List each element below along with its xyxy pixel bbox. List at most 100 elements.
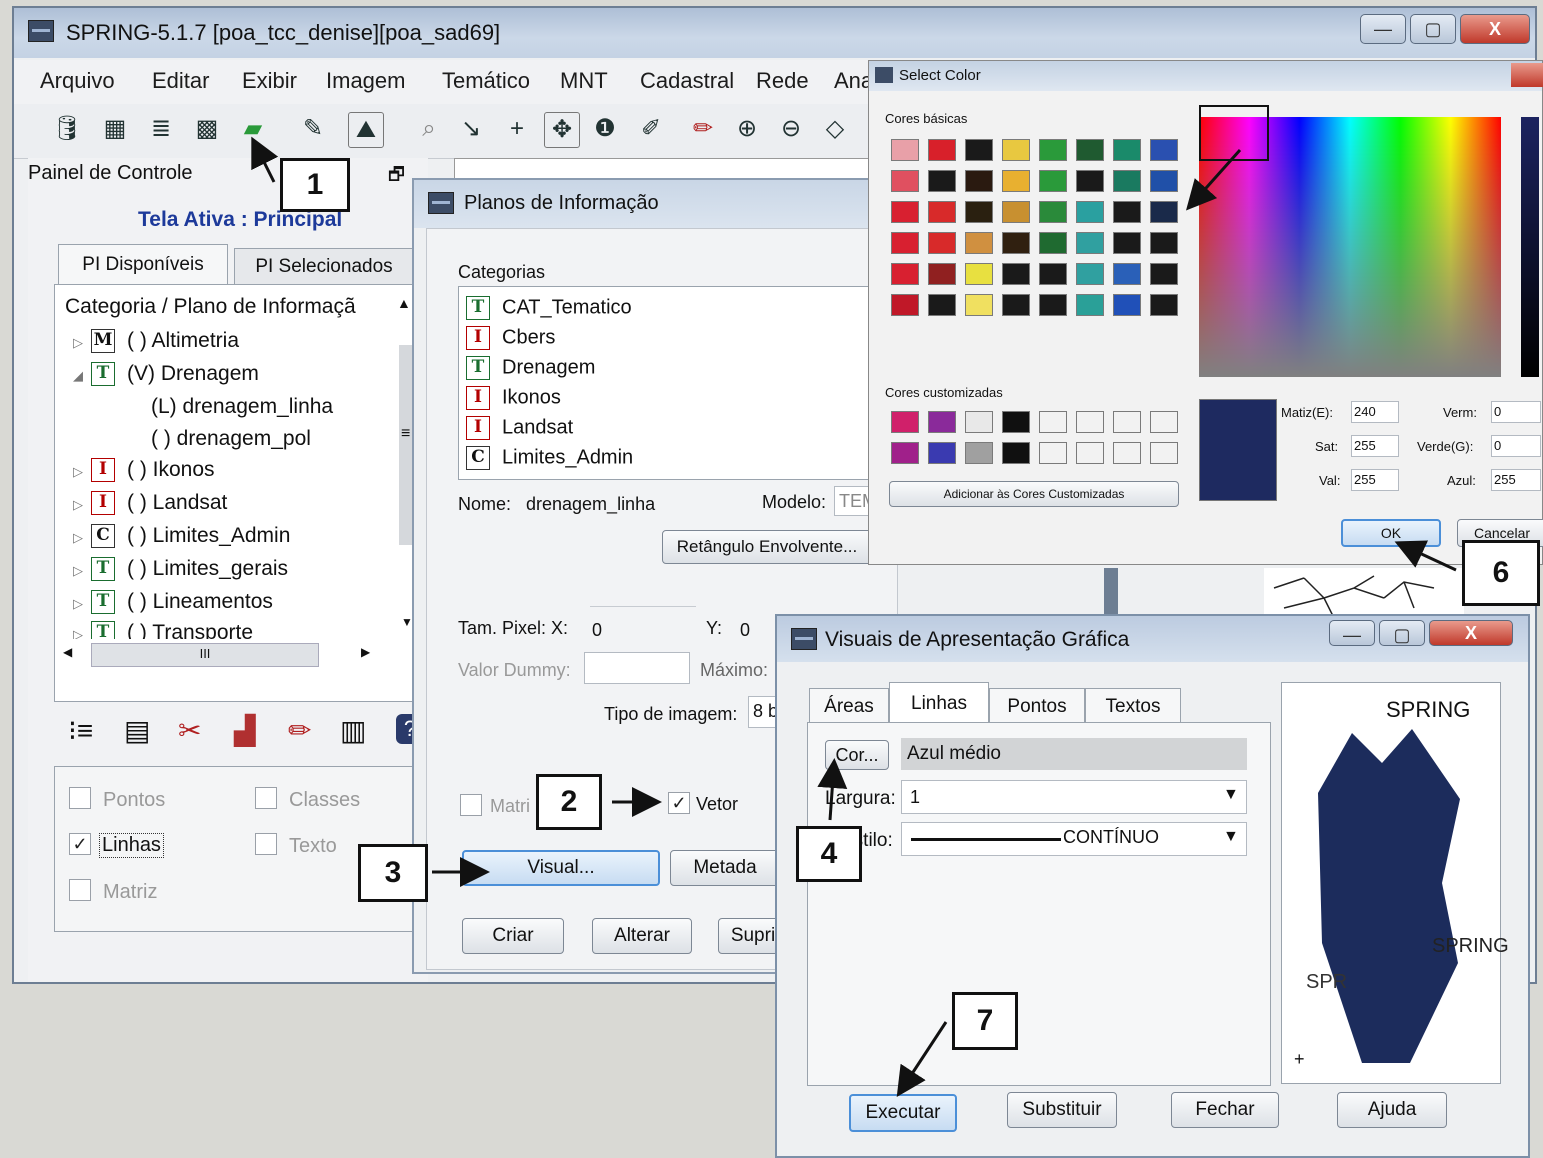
tree-item-limites-gerais[interactable]: ▷ T ( ) Limites_gerais xyxy=(73,557,288,582)
tree-item-altimetria[interactable]: ▷ M ( ) Altimetria xyxy=(73,329,239,354)
expander-icon[interactable]: ◢ xyxy=(73,368,91,384)
color-swatch[interactable] xyxy=(1039,201,1067,223)
color-swatch[interactable] xyxy=(928,411,956,433)
color-swatch[interactable] xyxy=(1150,294,1178,316)
color-swatch[interactable] xyxy=(965,139,993,161)
alterar-button[interactable]: Alterar xyxy=(592,918,692,954)
color-swatch[interactable] xyxy=(1150,232,1178,254)
color-swatch[interactable] xyxy=(928,201,956,223)
texto-checkbox[interactable] xyxy=(255,833,277,855)
color-swatch[interactable] xyxy=(891,411,919,433)
horizontal-scrollbar[interactable]: III xyxy=(91,643,319,667)
color-swatch[interactable] xyxy=(1150,201,1178,223)
color-swatch[interactable] xyxy=(891,170,919,192)
matriz-checkbox[interactable] xyxy=(69,879,91,901)
criar-button[interactable]: Criar xyxy=(462,918,564,954)
tab-textos[interactable]: Textos xyxy=(1085,688,1181,724)
color-swatch[interactable] xyxy=(965,201,993,223)
tam-pixel-x-field[interactable]: 0 xyxy=(592,620,602,641)
minimize-button[interactable]: — xyxy=(1360,14,1406,44)
menu-tematico[interactable]: Temático xyxy=(442,68,530,94)
color-swatch[interactable] xyxy=(1113,294,1141,316)
color-swatch[interactable] xyxy=(965,294,993,316)
color-swatch[interactable] xyxy=(891,201,919,223)
category-row[interactable]: T Drenagem xyxy=(466,356,595,380)
color-swatch[interactable] xyxy=(1039,263,1067,285)
retangulo-envolvente-button[interactable]: Retângulo Envolvente... xyxy=(662,530,872,564)
scroll-right-icon[interactable]: ▶ xyxy=(361,645,370,659)
pencil-icon[interactable]: ✏ xyxy=(686,112,720,146)
color-swatch[interactable] xyxy=(1113,232,1141,254)
color-swatch[interactable] xyxy=(1039,139,1067,161)
executar-button[interactable]: Executar xyxy=(849,1094,957,1132)
minimize-button[interactable]: — xyxy=(1329,620,1375,646)
color-swatch[interactable] xyxy=(1076,201,1104,223)
color-swatch[interactable] xyxy=(928,442,956,464)
category-row[interactable]: I Landsat xyxy=(466,416,573,440)
color-swatch[interactable] xyxy=(1002,442,1030,464)
info-icon[interactable]: ❶ xyxy=(588,112,622,146)
vetor-checkbox[interactable]: ✓ xyxy=(668,792,690,814)
metadados-button[interactable]: Metada xyxy=(670,850,780,886)
tree-item-lineamentos[interactable]: ▷ T ( ) Lineamentos xyxy=(73,590,273,615)
color-swatch[interactable] xyxy=(1076,139,1104,161)
tree-item-landsat[interactable]: ▷ I ( ) Landsat xyxy=(73,491,227,516)
table-icon[interactable]: ▤ xyxy=(124,714,150,747)
search-icon[interactable]: ⌕ xyxy=(412,112,446,146)
color-swatch[interactable] xyxy=(1076,411,1104,433)
color-swatch[interactable] xyxy=(1002,170,1030,192)
menu-arquivo[interactable]: Arquivo xyxy=(40,68,115,94)
polygon-zoom-icon[interactable]: ◇ xyxy=(818,112,852,146)
value-slider[interactable] xyxy=(1521,117,1539,377)
color-swatch[interactable] xyxy=(1113,442,1141,464)
cor-button[interactable]: Cor... xyxy=(825,740,889,770)
color-swatch[interactable] xyxy=(891,139,919,161)
legend-icon[interactable]: ▥ xyxy=(340,714,366,747)
menu-imagem[interactable]: Imagem xyxy=(326,68,405,94)
tree-item-ikonos[interactable]: ▷ I ( ) Ikonos xyxy=(73,458,215,483)
color-swatch[interactable] xyxy=(965,232,993,254)
color-swatch[interactable] xyxy=(1039,411,1067,433)
color-swatch[interactable] xyxy=(1150,170,1178,192)
tree-item-transporte[interactable]: ▷ T ( ) Transporte xyxy=(73,621,253,639)
chart-icon[interactable]: ▟ xyxy=(234,714,256,747)
color-swatch[interactable] xyxy=(891,294,919,316)
y-field[interactable]: 0 xyxy=(740,620,750,641)
color-swatch[interactable] xyxy=(891,232,919,254)
color-swatch[interactable] xyxy=(1076,294,1104,316)
close-button[interactable] xyxy=(1511,63,1543,87)
color-swatch[interactable] xyxy=(928,232,956,254)
cursor-icon[interactable]: ↘ xyxy=(454,112,488,146)
tools-icon[interactable]: ✂ xyxy=(178,714,201,747)
vermelho-field[interactable]: 0 xyxy=(1491,401,1541,423)
color-swatch[interactable] xyxy=(1150,442,1178,464)
category-row[interactable]: I Cbers xyxy=(466,326,555,350)
val-field[interactable]: 255 xyxy=(1351,469,1399,491)
tree-item-limites-admin[interactable]: ▷ C ( ) Limites_Admin xyxy=(73,524,290,549)
color-swatch[interactable] xyxy=(1113,139,1141,161)
color-swatch[interactable] xyxy=(1150,139,1178,161)
project-icon[interactable]: ▦ xyxy=(98,112,132,146)
color-swatch[interactable] xyxy=(891,263,919,285)
tree-item-drenagem[interactable]: ◢ T (V) Drenagem xyxy=(73,362,259,387)
category-row[interactable]: T CAT_Tematico xyxy=(466,296,632,320)
expander-icon[interactable]: ▷ xyxy=(73,335,91,351)
expander-icon[interactable]: ▷ xyxy=(73,497,91,513)
substituir-button[interactable]: Substituir xyxy=(1007,1092,1117,1128)
color-swatch[interactable] xyxy=(1076,232,1104,254)
color-swatch[interactable] xyxy=(1039,294,1067,316)
color-swatch[interactable] xyxy=(1039,232,1067,254)
tab-pi-disponiveis[interactable]: PI Disponíveis xyxy=(58,244,228,284)
zoom-out-icon[interactable]: ⊖ xyxy=(774,112,808,146)
color-swatch[interactable] xyxy=(1076,170,1104,192)
menu-editar[interactable]: Editar xyxy=(152,68,209,94)
expander-icon[interactable]: ▷ xyxy=(73,627,91,639)
color-swatch[interactable] xyxy=(1076,263,1104,285)
ok-button[interactable]: OK xyxy=(1341,519,1441,547)
classes-checkbox[interactable] xyxy=(255,787,277,809)
color-swatch[interactable] xyxy=(1002,411,1030,433)
layers-icon[interactable]: ≣ xyxy=(144,112,178,146)
category-row[interactable]: C Limites_Admin xyxy=(466,446,633,470)
menu-rede[interactable]: Rede xyxy=(756,68,809,94)
restore-icon[interactable]: 🗗 xyxy=(388,162,405,192)
